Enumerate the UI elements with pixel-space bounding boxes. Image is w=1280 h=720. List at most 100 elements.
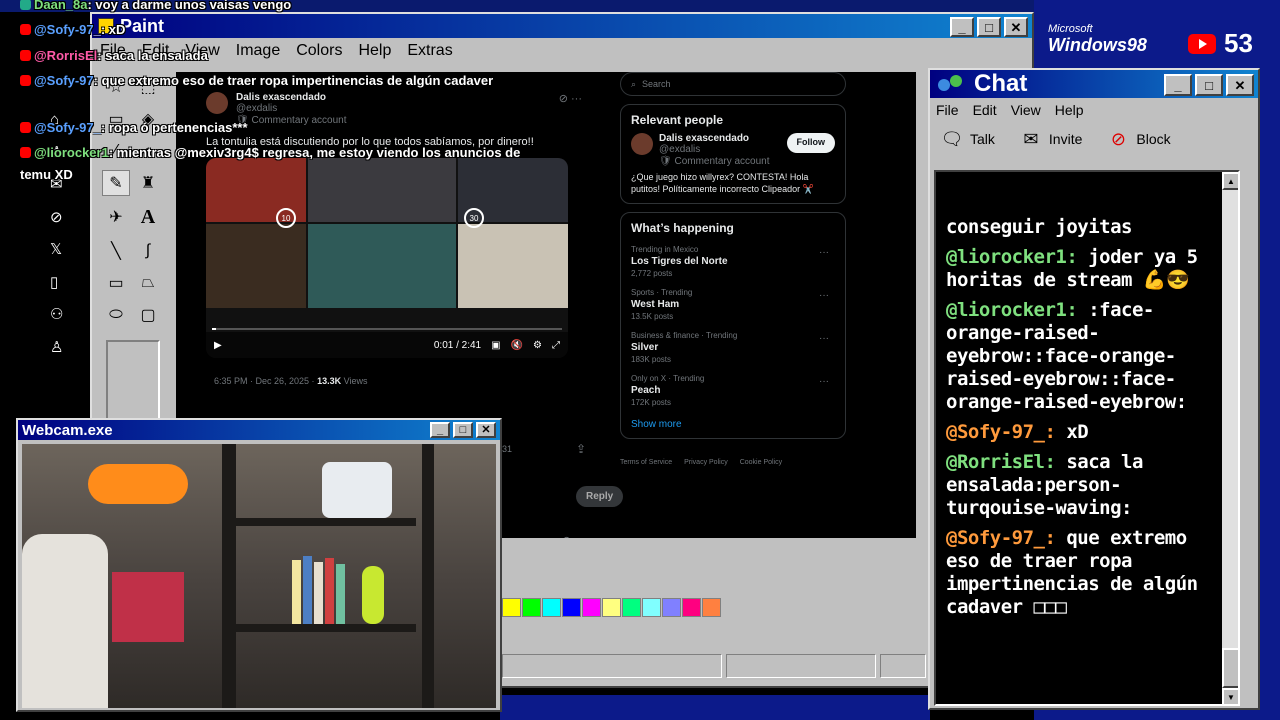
menu-help[interactable]: Help — [358, 42, 391, 60]
video-tile — [308, 158, 456, 222]
poster — [112, 572, 184, 642]
rectangle-icon[interactable]: ▭ — [102, 270, 130, 296]
maximize-button[interactable]: □ — [1195, 74, 1223, 96]
palette-swatch[interactable] — [522, 598, 541, 617]
menu-edit[interactable]: Edit — [973, 102, 997, 118]
play-icon[interactable]: ▶ — [214, 340, 222, 351]
more-icon[interactable]: ··· — [819, 247, 829, 258]
chat-username[interactable]: @RorrisEl: — [946, 451, 1056, 473]
scroll-up-icon[interactable]: ▲ — [1222, 172, 1238, 190]
communities-icon[interactable]: ⚇ — [50, 299, 90, 332]
more-icon[interactable]: ··· — [819, 290, 829, 301]
menu-image[interactable]: Image — [236, 42, 280, 60]
tool-options[interactable] — [106, 340, 160, 420]
chat-scrollbar[interactable]: ▲ ▼ — [1222, 172, 1238, 704]
palette-swatch[interactable] — [642, 598, 661, 617]
minimize-button[interactable]: _ — [430, 422, 450, 438]
video-progress[interactable] — [212, 328, 562, 330]
tweet-handle[interactable]: @exdalis — [236, 103, 347, 114]
tweet-header: Dalis exascendado @exdalis 🛡 Commentary … — [206, 92, 582, 126]
paint-titlebar[interactable]: Paint — [92, 14, 1032, 38]
palette-swatch[interactable] — [662, 598, 681, 617]
chat-username[interactable]: @Sofy-97_: — [946, 421, 1056, 443]
overlay-message: @Sofy-97_: ropa ó pertenencias*** — [20, 120, 248, 135]
fullscreen-icon[interactable]: ⤢ — [552, 340, 560, 351]
chat-message: @Sofy-97_: xD — [946, 421, 1230, 444]
webcam-titlebar[interactable]: Webcam.exe — [18, 420, 500, 440]
chat-message: @liorocker1: :face-orange-raised-eyebrow… — [946, 299, 1230, 414]
webcam-feed — [22, 444, 496, 708]
brush-icon[interactable]: ♜ — [134, 170, 162, 196]
volume-icon[interactable]: 🔇 — [511, 340, 523, 351]
talk-button[interactable]: 🗨 Talk — [940, 128, 995, 150]
x-logo-icon[interactable]: 𝕏 — [50, 234, 90, 267]
menu-file[interactable]: File — [936, 102, 959, 118]
palette-swatch[interactable] — [502, 598, 521, 617]
chat-log[interactable]: conseguir joyitas @liorocker1: joder ya 5… — [934, 170, 1240, 706]
palette-swatch[interactable] — [542, 598, 561, 617]
maximize-button[interactable]: □ — [977, 17, 1001, 37]
scroll-down-icon[interactable]: ▼ — [1222, 688, 1238, 704]
palette-swatch[interactable] — [682, 598, 701, 617]
scroll-thumb[interactable] — [1222, 648, 1238, 688]
person-name[interactable]: Dalis exascendado — [659, 133, 770, 144]
chat-messages: conseguir joyitas @liorocker1: joder ya 5… — [946, 216, 1230, 619]
close-button[interactable]: ✕ — [1226, 74, 1254, 96]
trend-item[interactable]: Trending in Mexico Los Tigres del Norte … — [631, 245, 835, 278]
trend-item[interactable]: Only on X · Trending Peach 172K posts ··… — [631, 374, 835, 407]
bookmarks-icon[interactable]: ▯ — [50, 267, 90, 300]
more-icon[interactable]: ··· — [819, 333, 829, 344]
more-icon[interactable]: ··· — [819, 376, 829, 387]
pencil-icon[interactable]: ✎ — [102, 170, 130, 196]
invite-icon: ✉ — [1023, 128, 1039, 149]
close-button[interactable]: ✕ — [1004, 17, 1028, 37]
person-handle[interactable]: @exdalis — [659, 144, 770, 155]
chat-username[interactable]: @liorocker1: — [946, 246, 1078, 268]
palette-swatch[interactable] — [562, 598, 581, 617]
close-button[interactable]: ✕ — [476, 422, 496, 438]
tweet-video[interactable]: 10 30 ▶ 0:01 / 2:41 ▣ 🔇 ⚙ ⤢ — [206, 158, 568, 358]
minimize-button[interactable]: _ — [1164, 74, 1192, 96]
polygon-icon[interactable]: ⏢ — [134, 270, 162, 296]
forward-30-icon[interactable]: 30 — [464, 208, 484, 228]
avatar[interactable] — [631, 133, 653, 155]
share-icon[interactable]: ⇪ — [576, 442, 586, 456]
avatar[interactable] — [206, 92, 228, 114]
palette-swatch[interactable] — [622, 598, 641, 617]
captions-icon[interactable]: ▣ — [491, 340, 500, 351]
chat-username[interactable]: @liorocker1: — [946, 299, 1078, 321]
menu-colors[interactable]: Colors — [296, 42, 342, 60]
trend-item[interactable]: Sports · Trending West Ham 13.5K posts ·… — [631, 288, 835, 321]
invite-button[interactable]: ✉ Invite — [1019, 128, 1082, 150]
follow-button[interactable]: Follow — [786, 133, 835, 153]
ellipse-icon[interactable]: ⬭ — [102, 302, 130, 328]
minimize-button[interactable]: _ — [950, 17, 974, 37]
rounded-rect-icon[interactable]: ▢ — [134, 302, 162, 328]
palette-swatch[interactable] — [582, 598, 601, 617]
curve-icon[interactable]: ∫ — [134, 238, 162, 264]
user-icon[interactable]: ♙ — [50, 332, 90, 365]
maximize-button[interactable]: □ — [453, 422, 473, 438]
show-more-link[interactable]: Show more — [631, 419, 835, 430]
os-name: Windows98 — [1048, 35, 1147, 55]
tweet-author[interactable]: Dalis exascendado — [236, 92, 347, 103]
menu-view[interactable]: View — [1011, 102, 1041, 118]
palette-swatch[interactable] — [702, 598, 721, 617]
chat-username[interactable]: @Sofy-97_: — [946, 527, 1056, 549]
grok-icon[interactable]: ⊘ — [50, 202, 90, 235]
block-button[interactable]: ⊘ Block — [1106, 128, 1171, 150]
more-icon[interactable]: ⊘ ··· — [562, 534, 585, 538]
reply-button[interactable]: Reply — [576, 486, 624, 507]
menu-extras[interactable]: Extras — [407, 42, 452, 60]
line-icon[interactable]: ╲ — [102, 238, 130, 264]
text-tool-icon[interactable]: A — [134, 204, 162, 230]
trend-item[interactable]: Business & finance · Trending Silver 183… — [631, 331, 835, 364]
palette-swatch[interactable] — [602, 598, 621, 617]
rewind-10-icon[interactable]: 10 — [276, 208, 296, 228]
airbrush-icon[interactable]: ✈ — [102, 204, 130, 230]
more-icon[interactable]: ⊘ ··· — [559, 92, 582, 105]
menu-help[interactable]: Help — [1055, 102, 1084, 118]
search-input[interactable]: ⌕ Search — [620, 72, 846, 96]
chat-title: Chat — [974, 70, 1028, 97]
settings-icon[interactable]: ⚙ — [533, 340, 542, 351]
